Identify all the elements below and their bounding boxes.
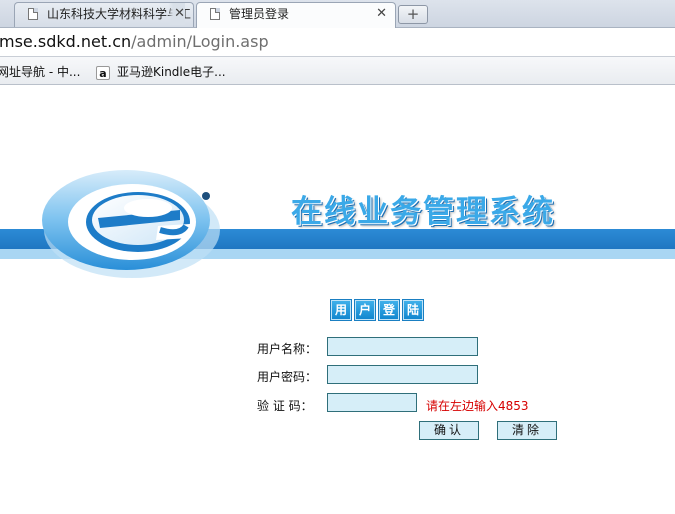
heading-char: 陆	[403, 300, 423, 320]
close-icon[interactable]: ✕	[168, 3, 185, 25]
tab-bar: 山东科技大学材料科学与工 ✕ 管理员登录 ✕ +	[0, 0, 675, 28]
e-logo-icon	[42, 170, 220, 278]
captcha-label: 验 证 码：	[257, 399, 313, 413]
system-title: 在线业务管理系统	[291, 194, 555, 230]
captcha-hint: 请在左边输入4853	[426, 399, 529, 413]
captcha-input[interactable]	[327, 393, 417, 412]
page-icon	[28, 8, 38, 20]
url-path: /admin/Login.asp	[131, 32, 269, 51]
tab-title: 管理员登录	[229, 7, 290, 21]
page-icon	[210, 8, 220, 20]
heading-char: 登	[379, 300, 399, 320]
bookmark-amazon-kindle[interactable]: a 亚马逊Kindle电子...	[96, 63, 226, 80]
confirm-button[interactable]: 确认	[419, 421, 479, 440]
tab-sdkd-materials[interactable]: 山东科技大学材料科学与工 ✕	[14, 2, 194, 27]
password-input[interactable]	[327, 365, 478, 384]
clear-button[interactable]: 清除	[497, 421, 557, 440]
bookmark-label: 亚马逊Kindle电子...	[117, 65, 226, 79]
heading-char: 户	[355, 300, 375, 320]
login-heading: 用户登陆	[331, 299, 427, 320]
url-text[interactable]: mse.sdkd.net.cn/admin/Login.asp	[0, 32, 269, 51]
url-host: mse.sdkd.net.cn	[0, 32, 132, 51]
new-tab-button[interactable]: +	[398, 5, 428, 24]
heading-char: 用	[331, 300, 351, 320]
username-input[interactable]	[327, 337, 478, 356]
username-label: 用户名称：	[257, 342, 318, 356]
bookmarks-bar: 网址导航 - 中... a 亚马逊Kindle电子...	[0, 57, 675, 85]
password-label: 用户密码：	[257, 370, 318, 384]
bookmark-web-nav[interactable]: 网址导航 - 中...	[0, 63, 80, 80]
bookmark-label: 网址导航 - 中...	[0, 65, 81, 79]
close-icon[interactable]: ✕	[376, 3, 387, 25]
amazon-icon: a	[96, 65, 110, 80]
address-bar[interactable]: mse.sdkd.net.cn/admin/Login.asp	[0, 28, 675, 57]
tab-admin-login[interactable]: 管理员登录 ✕	[196, 2, 396, 28]
